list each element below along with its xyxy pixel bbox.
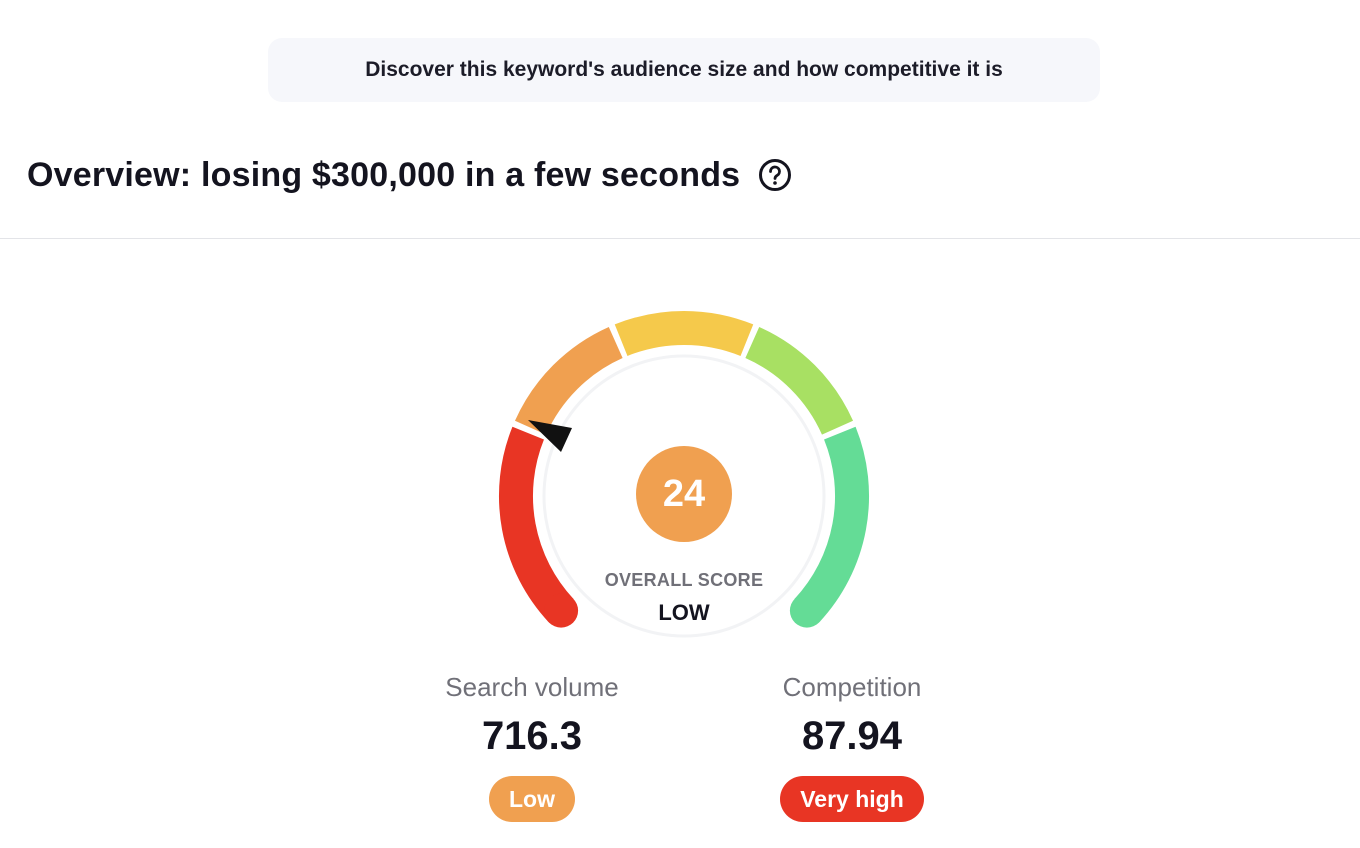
gauge-segment-orange xyxy=(514,326,623,435)
gauge-segment-lightgreen xyxy=(745,326,854,435)
gauge-segment-green xyxy=(794,426,870,623)
arrow-pointer-icon xyxy=(528,420,572,452)
banner-text: Discover this keyword's audience size an… xyxy=(365,58,1003,81)
gauge-segment-red xyxy=(498,426,574,623)
section-divider xyxy=(0,238,1360,239)
competition-badge: Very high xyxy=(780,776,924,822)
question-circle-icon[interactable] xyxy=(758,158,792,192)
overview-header: Overview: losing $300,000 in a few secon… xyxy=(27,150,792,200)
gauge-segment-green-cap xyxy=(789,593,824,628)
competition-metric: Competition 87.94 Very high xyxy=(722,668,982,822)
info-banner: Discover this keyword's audience size an… xyxy=(268,38,1100,102)
gauge-segment-yellow xyxy=(614,310,754,357)
competition-label: Competition xyxy=(782,672,922,702)
search-volume-badge: Low xyxy=(489,776,575,822)
overall-score-rating: LOW xyxy=(658,600,710,625)
overall-score-value: 24 xyxy=(636,446,732,542)
overall-score-label: OVERALL SCORE xyxy=(604,570,764,590)
search-volume-label: Search volume xyxy=(445,672,619,702)
search-volume-value: 716.3 xyxy=(481,714,583,758)
competition-value: 87.94 xyxy=(801,714,903,758)
search-volume-metric: Search volume 716.3 Low xyxy=(402,668,662,822)
score-gauge xyxy=(498,310,870,638)
gauge-segment-red-cap xyxy=(544,593,579,628)
score-number: 24 xyxy=(662,472,706,515)
page-title: Overview: losing $300,000 in a few secon… xyxy=(27,155,741,194)
